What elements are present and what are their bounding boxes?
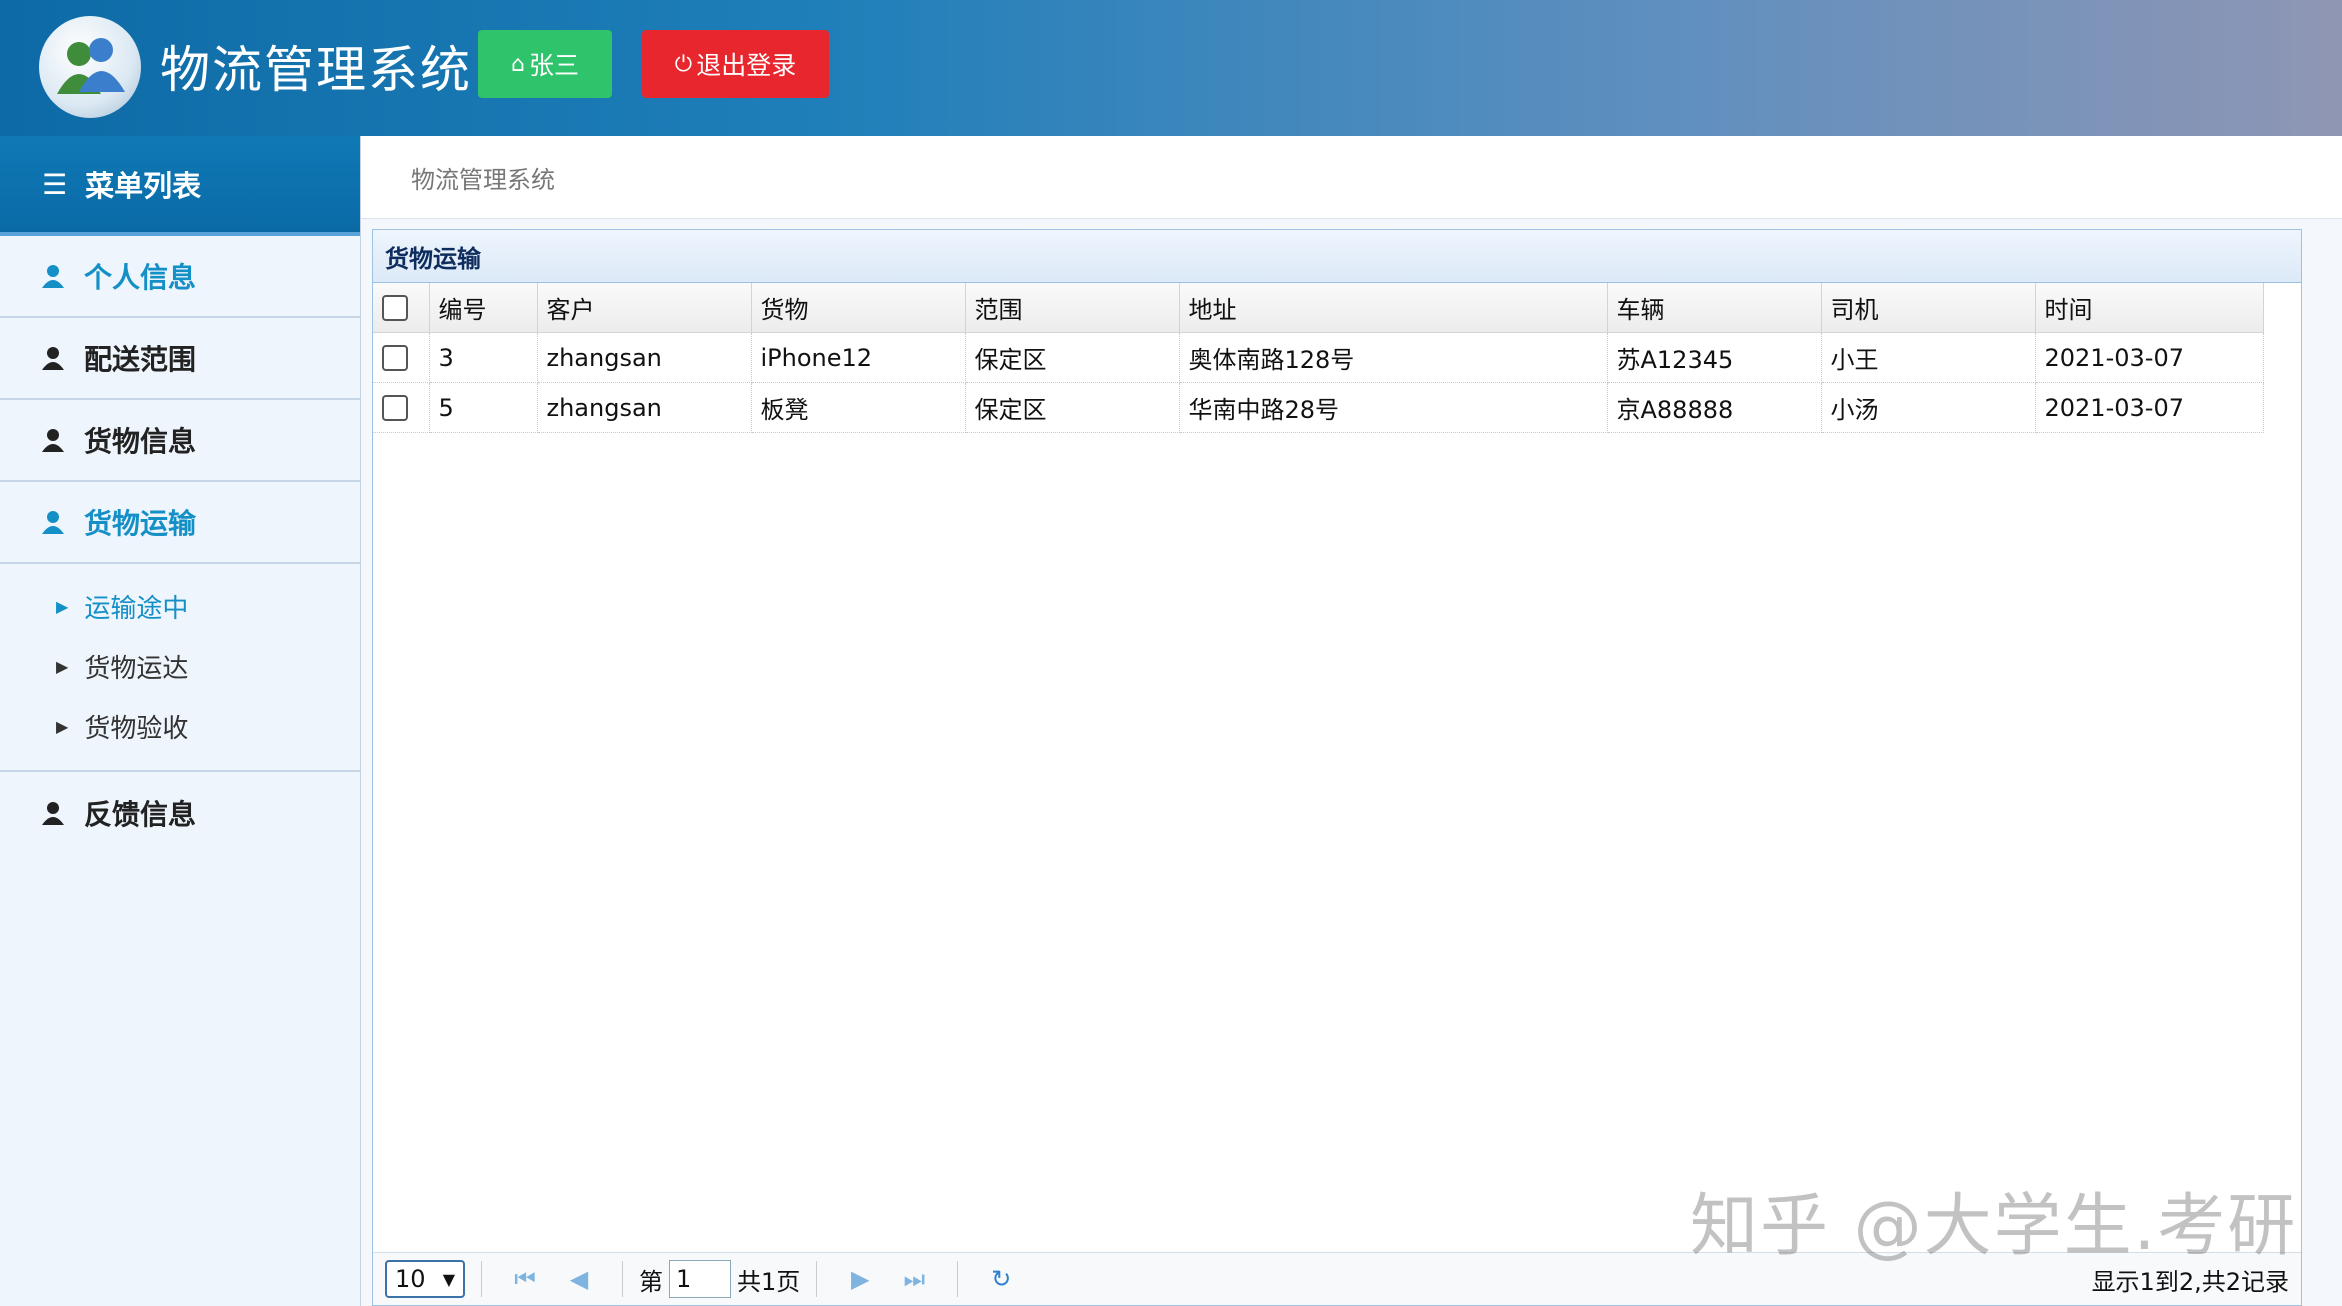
sidebar-item-feedback[interactable]: 反馈信息 bbox=[0, 772, 360, 854]
sidebar-item-goods-transport[interactable]: 货物运输 bbox=[0, 482, 360, 564]
table-cell: 小王 bbox=[1821, 332, 2036, 383]
column-header[interactable]: 司机 bbox=[1821, 283, 2036, 333]
divider bbox=[481, 1261, 482, 1297]
top-header: 物流管理系统 ⌂ 张三 ⏻ 退出登录 bbox=[0, 0, 2342, 136]
divider bbox=[622, 1261, 623, 1297]
divider bbox=[957, 1261, 959, 1297]
row-checkbox[interactable] bbox=[382, 394, 408, 421]
column-header[interactable]: 车辆 bbox=[1607, 283, 1822, 333]
row-select-cell[interactable] bbox=[373, 332, 430, 383]
user-icon bbox=[42, 347, 64, 370]
column-header[interactable]: 范围 bbox=[965, 283, 1180, 333]
table-cell: 2021-03-07 bbox=[2035, 382, 2264, 433]
page-number-value: 1 bbox=[676, 1265, 692, 1293]
prev-page-icon[interactable]: ◀ bbox=[564, 1265, 594, 1293]
first-page-icon[interactable]: ⏮ bbox=[510, 1265, 540, 1293]
submenu-item-inspection[interactable]: ▶ 货物验收 bbox=[0, 696, 360, 756]
user-icon bbox=[42, 429, 64, 452]
refresh-icon[interactable]: ↻ bbox=[986, 1265, 1016, 1293]
table-cell: 2021-03-07 bbox=[2035, 332, 2264, 383]
sidebar-item-label: 个人信息 bbox=[84, 261, 197, 294]
table-row[interactable]: 5 zhangsan 板凳 保定区 华南中路28号 京A88888 小汤 202… bbox=[373, 382, 2264, 433]
sidebar-item-label: 货物运输 bbox=[84, 507, 197, 540]
submenu-item-label: 运输途中 bbox=[84, 593, 189, 624]
list-icon: ☰ bbox=[42, 167, 68, 201]
users-logo-icon bbox=[39, 16, 141, 118]
menu-title: 菜单列表 bbox=[85, 169, 202, 203]
user-name-label: 张三 bbox=[528, 51, 579, 80]
logout-label: 退出登录 bbox=[696, 51, 797, 80]
column-header[interactable]: 货物 bbox=[751, 283, 966, 333]
table-cell: 板凳 bbox=[751, 382, 966, 433]
next-page-icon[interactable]: ▶ bbox=[845, 1265, 875, 1293]
user-icon bbox=[42, 802, 64, 825]
table-cell: 小汤 bbox=[1821, 382, 2036, 433]
column-header[interactable]: 时间 bbox=[2035, 283, 2264, 333]
table-cell: 3 bbox=[429, 332, 538, 383]
transport-panel: 货物运输 编号 客户 货物 范围 地址 车辆 司机 时间 3 zhangsan bbox=[372, 229, 2302, 1306]
table-cell: 5 bbox=[429, 382, 538, 433]
sidebar-item-personal-info[interactable]: 个人信息 bbox=[0, 236, 360, 318]
page-size-select[interactable]: 10 ▼ bbox=[385, 1260, 465, 1298]
table-cell: zhangsan bbox=[537, 382, 752, 433]
breadcrumb: 物流管理系统 bbox=[411, 166, 555, 194]
sidebar-item-goods-info[interactable]: 货物信息 bbox=[0, 400, 360, 482]
table-cell: 保定区 bbox=[965, 332, 1180, 383]
menu-header: ☰ 菜单列表 bbox=[0, 136, 360, 236]
row-select-cell[interactable] bbox=[373, 382, 430, 433]
user-icon bbox=[42, 511, 64, 534]
column-header[interactable]: 客户 bbox=[537, 283, 752, 333]
caret-right-icon: ▶ bbox=[56, 596, 69, 616]
page-prefix: 第 bbox=[639, 1267, 663, 1296]
table-cell: 苏A12345 bbox=[1607, 332, 1822, 383]
home-icon: ⌂ bbox=[511, 51, 525, 77]
select-all-cell[interactable] bbox=[373, 283, 430, 333]
watermark: 知乎 @大学生.考研 bbox=[1690, 1187, 2298, 1266]
submenu-item-in-transit[interactable]: ▶ 运输途中 bbox=[0, 576, 360, 636]
chevron-down-icon: ▼ bbox=[442, 1269, 455, 1289]
caret-right-icon: ▶ bbox=[56, 716, 69, 736]
table-cell: iPhone12 bbox=[751, 332, 966, 383]
page-size-value: 10 bbox=[395, 1265, 426, 1293]
row-checkbox[interactable] bbox=[382, 344, 408, 371]
transport-table: 编号 客户 货物 范围 地址 车辆 司机 时间 3 zhangsan iPhon… bbox=[373, 283, 2264, 433]
transport-submenu: ▶ 运输途中 ▶ 货物运达 ▶ 货物验收 bbox=[0, 564, 360, 772]
panel-title: 货物运输 bbox=[373, 230, 2301, 283]
column-header[interactable]: 地址 bbox=[1179, 283, 1608, 333]
table-cell: 奥体南路128号 bbox=[1179, 332, 1608, 383]
app-title: 物流管理系统 bbox=[160, 41, 472, 99]
user-home-button[interactable]: ⌂ 张三 bbox=[478, 30, 612, 98]
user-icon bbox=[42, 265, 64, 288]
logout-button[interactable]: ⏻ 退出登录 bbox=[642, 30, 829, 98]
table-cell: 保定区 bbox=[965, 382, 1180, 433]
page-number-input[interactable]: 1 bbox=[669, 1260, 731, 1298]
submenu-item-label: 货物验收 bbox=[84, 713, 189, 744]
sidebar-item-label: 反馈信息 bbox=[84, 798, 197, 831]
table-row[interactable]: 3 zhangsan iPhone12 保定区 奥体南路128号 苏A12345… bbox=[373, 332, 2264, 383]
caret-right-icon: ▶ bbox=[56, 656, 69, 676]
sidebar-item-delivery-range[interactable]: 配送范围 bbox=[0, 318, 360, 400]
table-cell: 京A88888 bbox=[1607, 382, 1822, 433]
table-header-row: 编号 客户 货物 范围 地址 车辆 司机 时间 bbox=[373, 283, 2264, 333]
breadcrumb-bar: 物流管理系统 bbox=[361, 136, 2342, 219]
last-page-icon[interactable]: ⏭ bbox=[899, 1265, 929, 1293]
divider bbox=[816, 1261, 818, 1297]
power-icon: ⏻ bbox=[674, 51, 693, 77]
submenu-item-label: 货物运达 bbox=[84, 653, 189, 684]
column-header[interactable]: 编号 bbox=[429, 283, 538, 333]
sidebar: ☰ 菜单列表 个人信息 配送范围 货物信息 货物运输 ▶ 运输途中 ▶ 货物运达… bbox=[0, 136, 361, 1306]
select-all-checkbox[interactable] bbox=[382, 294, 408, 321]
sidebar-item-label: 配送范围 bbox=[84, 343, 197, 376]
sidebar-item-label: 货物信息 bbox=[84, 425, 197, 458]
table-cell: zhangsan bbox=[537, 332, 752, 383]
table-cell: 华南中路28号 bbox=[1179, 382, 1608, 433]
page-total-label: 共1页 bbox=[737, 1267, 801, 1296]
submenu-item-arrived[interactable]: ▶ 货物运达 bbox=[0, 636, 360, 696]
